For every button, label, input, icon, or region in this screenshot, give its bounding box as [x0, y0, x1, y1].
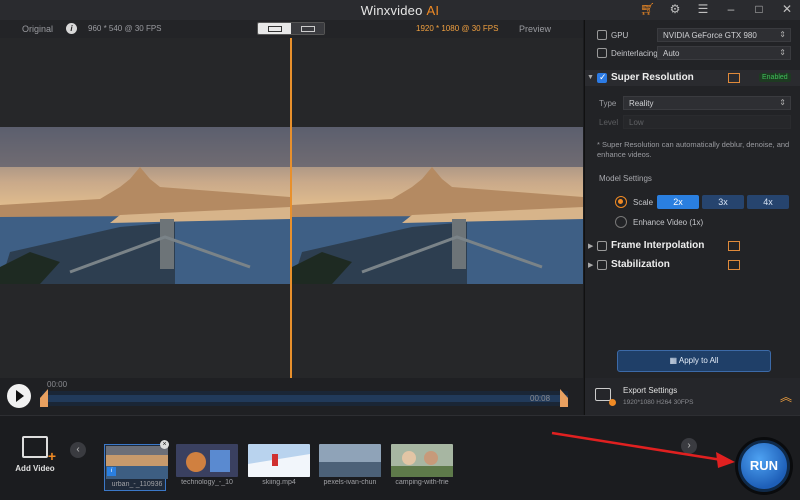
preview-label: Preview [519, 24, 552, 34]
type-select[interactable]: Reality ⇕ [623, 96, 791, 110]
side-by-side-icon[interactable] [291, 23, 324, 34]
scale-3x-button[interactable]: 3x [702, 195, 744, 209]
stabilization-title: Stabilization [611, 259, 670, 270]
stabilization-icon [728, 260, 740, 270]
gear-icon[interactable]: ⚙ [668, 2, 682, 16]
super-resolution-note: * Super Resolution can automatically deb… [597, 140, 790, 159]
original-resolution: 960 * 540 @ 30 FPS [88, 24, 162, 33]
settings-panel: GPU NVIDIA GeForce GTX 980 ⇕ Deinterlacin… [584, 20, 800, 378]
timeline-track[interactable] [42, 391, 568, 406]
level-select: Low [623, 115, 791, 129]
export-settings-icon [595, 388, 616, 406]
apply-to-all-label: Apply to All [678, 356, 719, 365]
enabled-badge: Enabled [759, 73, 791, 82]
thumbnail-name: technology_-_10 [181, 479, 233, 486]
original-label: Original [22, 24, 54, 34]
super-resolution-checkbox[interactable] [597, 72, 607, 83]
deinterlacing-select[interactable]: Auto ⇕ [657, 46, 791, 60]
close-icon[interactable]: ✕ [780, 2, 794, 16]
cart-icon[interactable]: 🛒︎ [640, 2, 655, 16]
scale-label: Scale [633, 198, 654, 207]
scroll-right-button[interactable]: › [681, 438, 697, 454]
thumbnail-name: skiing.mp4 [262, 479, 296, 486]
add-video-label: Add Video [15, 464, 55, 473]
type-value: Reality [629, 99, 654, 108]
app-title-suffix: AI [426, 2, 440, 18]
video-thumbnail[interactable]: skiing.mp4 [248, 444, 310, 491]
scale-4x-button[interactable]: 4x [747, 195, 789, 209]
frame-interpolation-title: Frame Interpolation [611, 240, 705, 251]
timeline: 00:00 00:08 [0, 378, 583, 415]
preview-area [0, 38, 583, 378]
expand-caret-icon[interactable]: ▶ [588, 261, 593, 269]
frame-interpolation-icon [728, 241, 740, 251]
app-window: Winxvideo AI 🛒︎ ⚙ ☰ – □ ✕ Original i 960 … [0, 0, 800, 500]
export-settings[interactable]: Export Settings 1920*1080 H264 30FPS ︽ [584, 378, 800, 415]
preview-header: Original i 960 * 540 @ 30 FPS 1920 * 108… [0, 20, 583, 38]
stabilization-checkbox[interactable] [597, 260, 607, 270]
scroll-left-button[interactable]: ‹ [70, 442, 86, 458]
expand-caret-icon[interactable]: ▶ [588, 242, 593, 250]
menu-icon[interactable]: ☰ [696, 2, 710, 16]
video-thumbnail[interactable]: pexels-ivan-chun [319, 444, 381, 491]
info-icon[interactable]: i [66, 23, 77, 34]
gpu-value: NVIDIA GeForce GTX 980 [663, 31, 757, 40]
expand-up-icon[interactable]: ︽ [780, 388, 792, 405]
video-thumbnail[interactable]: urban_-_110936 × i [104, 440, 169, 491]
level-value: Low [629, 118, 644, 127]
frame-interpolation-checkbox[interactable] [597, 241, 607, 251]
export-settings-title: Export Settings [623, 386, 678, 395]
level-label: Level [599, 118, 619, 127]
thumbnail-name: urban_-_110936 [111, 481, 163, 488]
updown-chevron-icon: ⇕ [779, 48, 786, 57]
title-bar: Winxvideo AI 🛒︎ ⚙ ☰ – □ ✕ [0, 0, 800, 20]
info-icon[interactable]: i [107, 467, 116, 476]
compare-mode-toggle[interactable] [257, 22, 325, 35]
maximize-icon[interactable]: □ [752, 2, 766, 16]
type-label: Type [599, 99, 617, 108]
deinterlacing-value: Auto [663, 49, 680, 58]
app-title: Winxvideo AI [361, 3, 439, 18]
updown-chevron-icon: ⇕ [779, 98, 786, 107]
enhance-video-radio[interactable] [615, 216, 627, 228]
thumbnail-name: pexels-ivan-chun [323, 479, 377, 486]
enhance-video-label: Enhance Video (1x) [633, 218, 704, 227]
remove-video-icon[interactable]: × [160, 440, 169, 449]
add-video-button[interactable]: Add Video [10, 436, 60, 481]
app-title-text: Winxvideo [360, 2, 423, 18]
updown-chevron-icon: ⇕ [779, 30, 786, 39]
video-thumbnail[interactable]: technology_-_10 [176, 444, 238, 491]
collapse-caret-icon[interactable]: ▼ [587, 74, 594, 81]
thumbnail-name: camping-with-frie [395, 479, 449, 486]
play-button[interactable] [7, 384, 31, 408]
deinterlacing-checkbox[interactable] [597, 48, 607, 58]
compare-icon[interactable] [728, 73, 740, 83]
super-resolution-title: Super Resolution [611, 72, 694, 83]
run-button[interactable]: RUN [738, 440, 790, 492]
preview-video-frame [292, 127, 583, 284]
timeline-end-time: 00:08 [530, 394, 551, 403]
add-video-icon [22, 436, 56, 464]
deinterlacing-label: Deinterlacing [611, 49, 658, 58]
gpu-label: GPU [611, 31, 629, 40]
minimize-icon[interactable]: – [724, 2, 738, 16]
video-strip: Add Video ‹ › urban_-_110936 × i technol… [0, 415, 800, 500]
output-resolution: 1920 * 1080 @ 30 FPS [416, 24, 499, 33]
split-view-icon[interactable] [258, 23, 291, 34]
timeline-start-time: 00:00 [47, 380, 68, 389]
apply-to-all-button[interactable]: ▦ Apply to All [617, 350, 771, 372]
video-thumbnail[interactable]: camping-with-frie [391, 444, 453, 491]
scale-radio[interactable] [615, 196, 627, 208]
model-settings-label: Model Settings [599, 174, 652, 183]
scale-2x-button[interactable]: 2x [657, 195, 699, 209]
gpu-select[interactable]: NVIDIA GeForce GTX 980 ⇕ [657, 28, 791, 42]
gpu-checkbox[interactable] [597, 30, 607, 40]
export-settings-details: 1920*1080 H264 30FPS [623, 399, 694, 406]
original-video-frame [0, 127, 290, 284]
apply-all-icon: ▦ [669, 356, 679, 365]
